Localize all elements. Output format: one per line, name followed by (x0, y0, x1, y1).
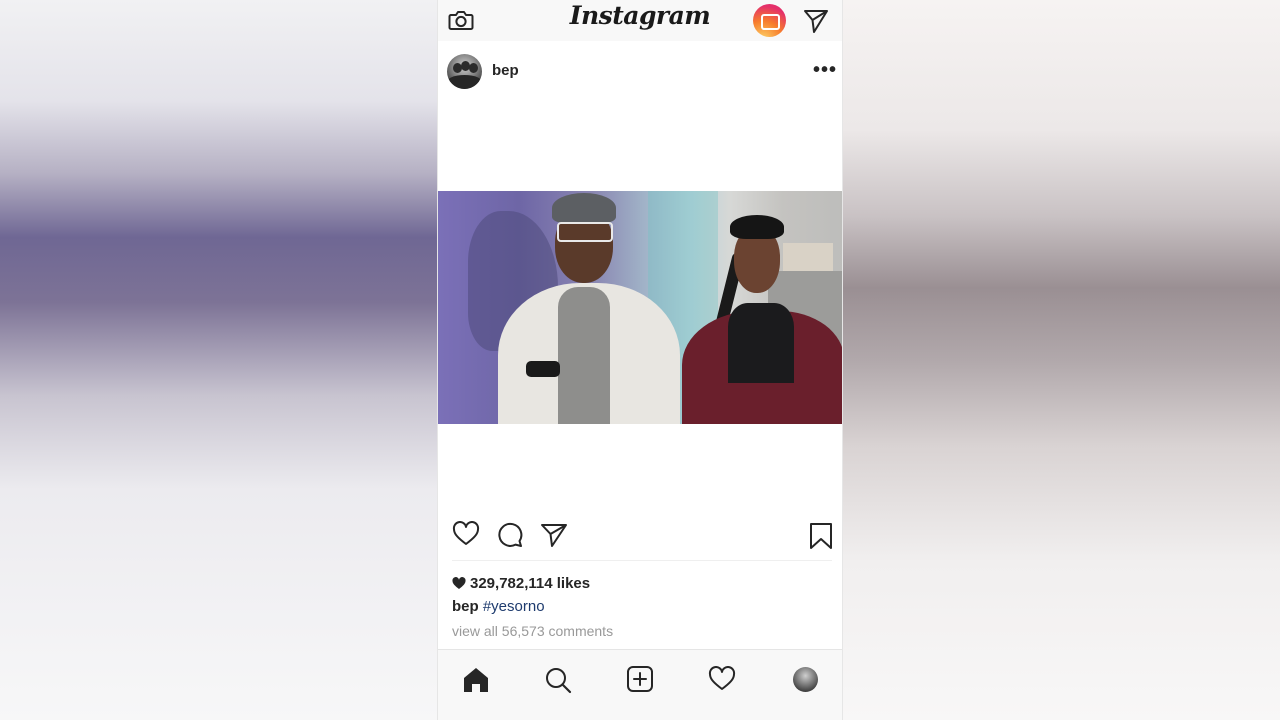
divider (452, 560, 832, 561)
profile-avatar[interactable] (793, 667, 818, 692)
likes-row[interactable]: 329,782,114 likes (452, 574, 590, 592)
direct-send-icon[interactable] (803, 8, 829, 34)
view-comments-link[interactable]: view all 56,573 comments (452, 623, 613, 639)
avatar[interactable] (447, 54, 482, 89)
filled-heart-icon (452, 576, 466, 589)
share-icon[interactable] (540, 522, 568, 548)
heart-icon[interactable] (452, 521, 480, 547)
background-right-blur (843, 0, 1280, 720)
post-caption: bep #yesorno (452, 598, 545, 615)
caption-hashtag[interactable]: #yesorno (483, 598, 545, 615)
post-actions (438, 518, 842, 554)
post-header: bep ••• (438, 52, 842, 90)
add-post-icon[interactable] (626, 665, 654, 693)
bottom-nav (438, 649, 842, 720)
post-username[interactable]: bep (492, 62, 519, 79)
likes-count: 329,782,114 likes (470, 574, 591, 592)
comment-icon[interactable] (496, 521, 524, 549)
post-video[interactable] (438, 191, 842, 424)
search-icon[interactable] (544, 666, 572, 694)
home-icon[interactable] (462, 666, 490, 693)
top-bar: Instagram (438, 0, 842, 41)
caption-username[interactable]: bep (452, 598, 479, 615)
activity-heart-icon[interactable] (708, 666, 736, 692)
igtv-icon[interactable] (753, 4, 786, 37)
phone-frame: Instagram bep ••• 329,782,114 likes bep … (437, 0, 843, 720)
more-options-icon[interactable]: ••• (813, 59, 837, 82)
bookmark-icon[interactable] (808, 522, 834, 550)
